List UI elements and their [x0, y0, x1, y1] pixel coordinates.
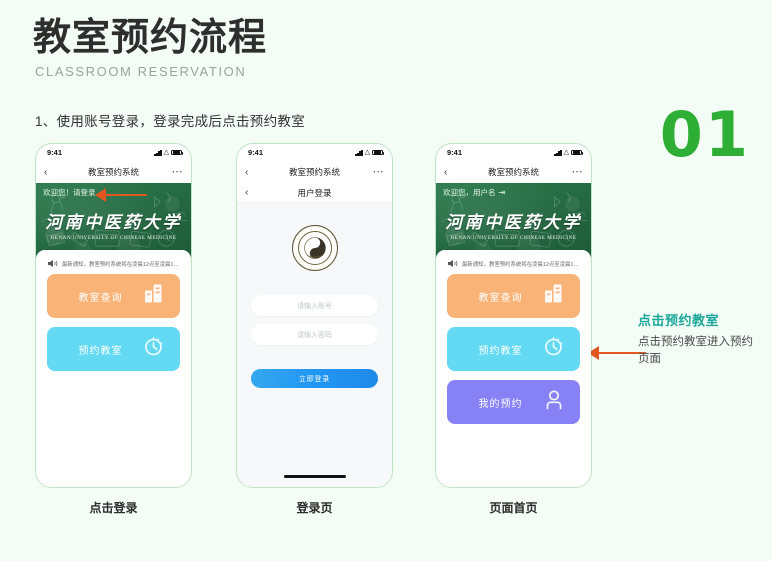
- nav-bar: ‹ 教室预约系统 ⋯: [36, 161, 191, 183]
- notice-text: 最新通知，教室预约系统将在凌晨12点至凌晨1点时维...: [462, 261, 580, 268]
- battery-icon: [372, 149, 384, 156]
- bar-chart-icon: [144, 284, 164, 309]
- megaphone-icon: [47, 259, 58, 268]
- phone-caption-2: 登录页: [296, 501, 333, 515]
- university-name-block: 河南中医药大学 HENAN UNIVERSITY OF CHINESE MEDI…: [36, 208, 191, 241]
- password-field[interactable]: 请输入密码: [251, 324, 378, 345]
- pointer-arrow-login: [95, 188, 147, 202]
- clock-icon: [543, 336, 564, 362]
- nav-bar: ‹ 教室预约系统 ⋯: [237, 161, 392, 183]
- status-time: 9:41: [447, 148, 463, 157]
- phone-mockup-login-page: 9:41 △ ‹ 教室预约系统 ⋯ ‹ 用户登录 请输入账号 请输入密码 立即登…: [236, 143, 393, 488]
- status-bar: 9:41 △: [36, 144, 191, 161]
- page-subtitle: CLASSROOM RESERVATION: [35, 64, 247, 79]
- logout-icon[interactable]: ⇥: [499, 188, 506, 197]
- chevron-left-icon[interactable]: ‹: [44, 167, 58, 178]
- phone-caption-3: 页面首页: [489, 501, 538, 515]
- button-label: 我的预约: [478, 398, 523, 410]
- yin-yang-icon: [303, 237, 326, 259]
- step-number: 01: [659, 98, 750, 171]
- button-classroom-query[interactable]: 教室查询: [47, 274, 180, 318]
- phone-mockup-home-page: 9:41 △ ‹ 教室预约系统 ⋯ 欢迎您，用户名 ⇥ 河南中医药大学 HENA…: [435, 143, 592, 488]
- button-label: 预约教室: [478, 345, 523, 357]
- university-name-cn: 河南中医药大学: [45, 213, 182, 232]
- clock-icon: [143, 336, 164, 362]
- signal-bars-icon: [355, 149, 363, 156]
- signal-bars-icon: [154, 149, 162, 156]
- button-reserve-classroom[interactable]: 预约教室: [447, 327, 580, 371]
- more-dots-icon[interactable]: ⋯: [172, 167, 184, 177]
- chevron-left-icon[interactable]: ‹: [245, 187, 259, 198]
- page-title: 教室预约流程: [33, 17, 268, 59]
- button-my-reservations[interactable]: 我的预约: [447, 380, 580, 424]
- button-label: 教室查询: [478, 292, 523, 304]
- arrow-head-icon: [95, 188, 106, 202]
- sub-nav-title: 用户登录: [297, 187, 332, 198]
- battery-icon: [171, 149, 183, 156]
- content-card: 最新通知，教室预约系统将在凌晨12点至凌晨1点时维... 教室查询 预约教室: [36, 250, 191, 487]
- wifi-icon: △: [563, 149, 569, 156]
- phone-caption-1: 点击登录: [89, 501, 138, 515]
- annotation-body: 点击预约教室进入预约页面: [638, 336, 753, 366]
- nav-title: 教室预约系统: [288, 167, 340, 177]
- university-name-en: HENAN UNIVERSITY OF CHINESE MEDICINE: [50, 235, 177, 241]
- university-name-block: 河南中医药大学 HENAN UNIVERSITY OF CHINESE MEDI…: [436, 208, 591, 241]
- university-name-en: HENAN UNIVERSITY OF CHINESE MEDICINE: [450, 235, 577, 241]
- poster-canvas: 教室预约流程 CLASSROOM RESERVATION 1、使用账号登录，登录…: [0, 0, 772, 561]
- step-instruction: 1、使用账号登录，登录完成后点击预约教室: [35, 114, 306, 129]
- wifi-icon: △: [364, 149, 370, 156]
- university-seal-icon: [291, 225, 338, 271]
- signal-bars-icon: [554, 149, 562, 156]
- credential-fields: 请输入账号 请输入密码: [237, 295, 392, 345]
- chevron-left-icon[interactable]: ‹: [245, 167, 259, 178]
- sub-nav-bar: ‹ 用户登录: [237, 183, 392, 203]
- status-time: 9:41: [248, 148, 264, 157]
- status-time: 9:41: [47, 148, 63, 157]
- bar-chart-icon: [544, 284, 564, 309]
- home-indicator: [283, 475, 346, 478]
- welcome-text: 欢迎您，用户名 ⇥: [443, 188, 506, 197]
- arrow-shaft: [106, 193, 147, 197]
- annotation-title: 点击预约教室: [638, 313, 720, 328]
- nav-title: 教室预约系统: [487, 167, 539, 177]
- button-label: 教室查询: [78, 292, 123, 304]
- chevron-left-icon[interactable]: ‹: [444, 167, 458, 178]
- account-field[interactable]: 请输入账号: [251, 295, 378, 316]
- button-label: 预约教室: [78, 345, 123, 357]
- status-bar: 9:41 △: [237, 144, 392, 161]
- notice-bar[interactable]: 最新通知，教室预约系统将在凌晨12点至凌晨1点时维...: [47, 256, 180, 274]
- login-form: 请输入账号 请输入密码 立即登录: [237, 203, 392, 487]
- welcome-text: 欢迎您！请登录: [43, 188, 96, 197]
- login-submit-button[interactable]: 立即登录: [251, 369, 378, 388]
- button-reserve-classroom[interactable]: 预约教室: [47, 327, 180, 371]
- more-dots-icon[interactable]: ⋯: [373, 167, 385, 177]
- content-card: 最新通知，教室预约系统将在凌晨12点至凌晨1点时维... 教室查询 预约教室 我…: [436, 250, 591, 487]
- person-icon: [544, 390, 564, 415]
- button-classroom-query[interactable]: 教室查询: [447, 274, 580, 318]
- status-bar: 9:41 △: [436, 144, 591, 161]
- wifi-icon: △: [163, 149, 169, 156]
- battery-icon: [571, 149, 583, 156]
- notice-text: 最新通知，教室预约系统将在凌晨12点至凌晨1点时维...: [62, 261, 180, 268]
- university-banner: 欢迎您，用户名 ⇥ 河南中医药大学 HENAN UNIVERSITY OF CH…: [436, 183, 591, 258]
- notice-bar[interactable]: 最新通知，教室预约系统将在凌晨12点至凌晨1点时维...: [447, 256, 580, 274]
- university-name-cn: 河南中医药大学: [445, 213, 582, 232]
- more-dots-icon[interactable]: ⋯: [572, 167, 584, 177]
- nav-title: 教室预约系统: [87, 167, 139, 177]
- nav-bar: ‹ 教室预约系统 ⋯: [436, 161, 591, 183]
- megaphone-icon: [447, 259, 458, 268]
